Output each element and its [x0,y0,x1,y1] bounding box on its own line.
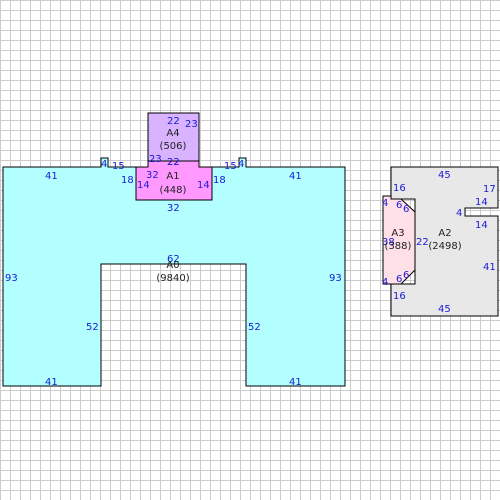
area-a0-dim-bottom-left: 41 [45,377,58,388]
floor-plan-canvas: 41 15 4 4 15 41 93 41 52 62 52 41 93 18 … [0,0,500,500]
area-a0-dim-right: 93 [329,273,342,284]
area-a1-dim-left: 14 [137,180,150,191]
area-a2-dim-bottom: 45 [438,304,451,315]
area-a0-dim-inner-right: 52 [248,322,261,333]
area-a2-dim-left-bottom: 16 [393,291,406,302]
area-a3[interactable]: 4 6 6 38 4 6 6 A3 (388) [382,195,416,288]
area-a4-dim-top: 22 [167,116,180,127]
area-a4-label: A4 [166,128,179,139]
area-a3-dim-top-step: 6 [396,200,402,211]
area-a2-dim-notch-bottom: 14 [475,220,488,231]
area-a2-dim-top: 45 [438,170,451,181]
area-a2-dim-left-inner: 22 [416,237,429,248]
area-a3-dim-bottom-edge: 4 [382,277,388,288]
area-a0-dim-top-step-left: 15 [112,161,125,172]
area-a4-dim-bottom: 22 [167,157,180,168]
area-a3-dim-top-chamfer: 6 [403,204,409,215]
area-a3-label: A3 [391,228,404,239]
area-a0-dim-inner-left: 52 [86,322,99,333]
area-a0-dim-pocket-left: 18 [121,175,134,186]
area-a3-area: (388) [385,241,412,252]
area-a3-dim-bottom-chamfer: 6 [403,270,409,281]
area-a0-area: (9840) [156,273,189,284]
area-a2-dim-right: 41 [483,262,496,273]
area-a3-dim-top-edge: 4 [382,198,388,209]
area-a4[interactable]: 22 23 23 22 A4 (506) [147,112,200,168]
area-a0-dim-top-step-right: 15 [224,161,237,172]
area-a4-dim-right: 23 [185,119,198,130]
area-a0-dim-notch-left: 4 [101,159,107,170]
area-a0-dim-top-left: 41 [45,171,58,182]
area-a4-area: (506) [160,141,187,152]
area-a2-dim-left-top: 16 [393,183,406,194]
area-a0-dim-pocket-right: 18 [213,175,226,186]
area-a2-area: (2498) [428,241,461,252]
area-a0-dim-bottom-right: 41 [289,377,302,388]
area-a2-dim-right-top: 17 [483,184,496,195]
area-a2-dim-notch-top: 14 [475,197,488,208]
area-a2-label: A2 [438,228,451,239]
area-a0-dim-pocket-bottom: 32 [167,203,180,214]
area-a0-dim-left: 93 [5,273,18,284]
area-a0-dim-top-right: 41 [289,171,302,182]
area-a1-dim-right: 14 [197,180,210,191]
area-a3-dim-bottom-step: 6 [396,274,402,285]
area-a2-dim-notch-depth: 4 [456,208,462,219]
area-a0-label: A0 [166,260,179,271]
area-a0-dim-notch-right: 4 [238,159,244,170]
area-a1-label: A1 [166,171,179,182]
area-a4-dim-left: 23 [149,154,162,165]
area-a1-area: (448) [160,185,187,196]
